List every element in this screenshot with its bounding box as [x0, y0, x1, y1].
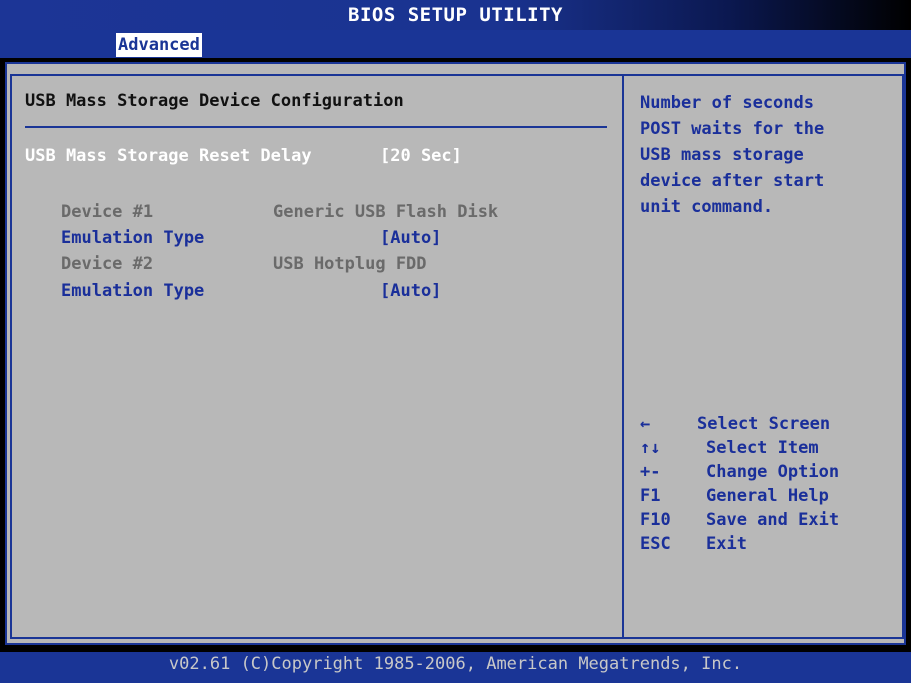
section-title: USB Mass Storage Device Configuration	[25, 91, 404, 111]
key-label: F1	[640, 486, 661, 506]
key-row: +- Change Option	[640, 461, 900, 485]
help-line: POST waits for the	[640, 119, 825, 139]
key-action: Change Option	[706, 462, 840, 482]
key-label: F10	[640, 510, 671, 530]
key-row: F1 General Help	[640, 485, 900, 509]
key-action: Select Screen	[697, 414, 831, 434]
key-action: Exit	[706, 534, 747, 554]
device-1-emulation-label: Emulation Type	[61, 228, 205, 248]
section-divider	[25, 126, 607, 128]
key-row: ESC Exit	[640, 533, 900, 557]
footer-gap	[0, 645, 911, 652]
help-text: Number of seconds POST waits for the USB…	[640, 90, 900, 220]
device-2-name: USB Hotplug FDD	[273, 254, 427, 274]
reset-delay-label: USB Mass Storage Reset Delay	[25, 146, 312, 166]
device-2-emulation-label: Emulation Type	[61, 281, 205, 301]
window-title: BIOS SETUP UTILITY	[348, 4, 563, 26]
help-line: device after start	[640, 171, 825, 191]
device-2-emulation-value: [Auto]	[380, 281, 442, 301]
key-action: General Help	[706, 486, 829, 506]
help-line: Number of seconds	[640, 93, 814, 113]
key-legend: ← Select Screen ↑↓ Select Item +- Change…	[640, 413, 900, 557]
up-down-arrows-icon: ↑↓	[640, 438, 661, 458]
device-1-emulation-value: [Auto]	[380, 228, 442, 248]
key-row: ← Select Screen	[640, 413, 900, 437]
tab-advanced[interactable]: Advanced	[116, 33, 202, 57]
panel-divider	[622, 74, 624, 639]
footer-copyright: v02.61 (C)Copyright 1985-2006, American …	[0, 652, 911, 683]
key-row: F10 Save and Exit	[640, 509, 900, 533]
device-2-label: Device #2	[61, 254, 154, 274]
key-action: Select Item	[706, 438, 819, 458]
device-2-emulation-option[interactable]: Emulation Type [Auto]	[61, 280, 451, 302]
device-1-label: Device #1	[61, 202, 154, 222]
key-action: Save and Exit	[706, 510, 840, 530]
left-arrow-icon: ←	[640, 414, 651, 434]
key-label: ESC	[640, 534, 671, 554]
help-line: USB mass storage	[640, 145, 804, 165]
help-line: unit command.	[640, 197, 774, 217]
reset-delay-option[interactable]: USB Mass Storage Reset Delay [20 Sec]	[25, 145, 485, 167]
device-1-name: Generic USB Flash Disk	[273, 202, 499, 222]
reset-delay-value: [20 Sec]	[380, 146, 462, 166]
key-row: ↑↓ Select Item	[640, 437, 900, 461]
key-label: +-	[640, 462, 661, 482]
device-1-emulation-option[interactable]: Emulation Type [Auto]	[61, 227, 451, 249]
